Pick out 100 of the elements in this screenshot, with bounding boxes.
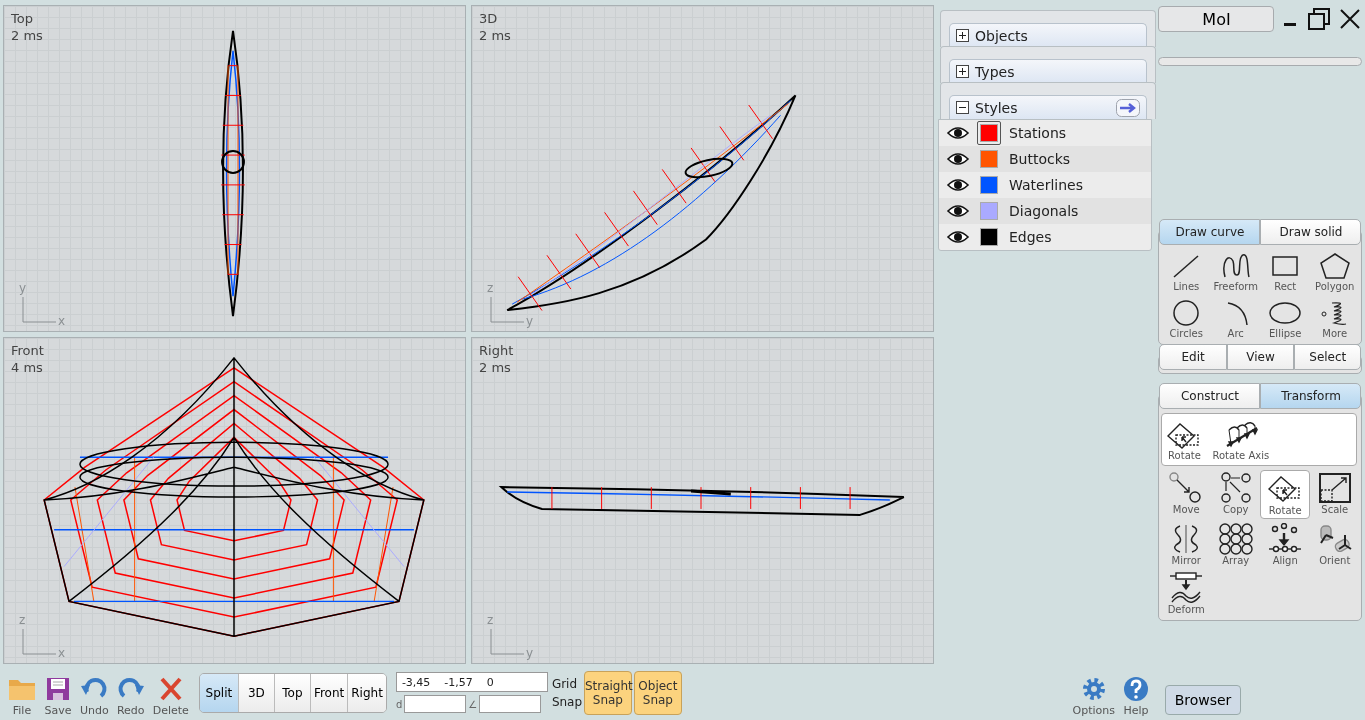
minimize-icon[interactable] <box>1284 22 1299 28</box>
axis-label: x <box>58 314 66 328</box>
eye-icon[interactable] <box>947 126 969 140</box>
toolbar-button[interactable]: Save <box>40 676 76 717</box>
section-label: Objects <box>975 27 1029 44</box>
angle-field[interactable] <box>479 695 542 713</box>
expand-toggle-icon[interactable] <box>956 101 969 114</box>
style-row[interactable]: Stations <box>939 120 1151 146</box>
style-row[interactable]: Waterlines <box>939 172 1151 198</box>
color-swatch[interactable] <box>980 124 998 142</box>
axis-label: z <box>19 613 26 627</box>
tool-button[interactable]: Align <box>1260 521 1310 568</box>
color-swatch[interactable] <box>980 228 998 246</box>
style-name: Waterlines <box>1009 177 1083 193</box>
grid-snap-toggle[interactable]: Grid Snap <box>551 674 582 711</box>
coordinate-value: -1,57 <box>444 675 473 689</box>
viewport[interactable]: Top 2 ms y x <box>3 5 466 332</box>
deform-icon[interactable] <box>1168 572 1205 604</box>
panel-tab[interactable]: Draw curve <box>1159 219 1261 245</box>
panel-tab[interactable]: Draw solid <box>1260 219 1362 245</box>
viewport[interactable]: Right 2 ms z y <box>471 337 934 664</box>
style-name: Buttocks <box>1009 151 1071 167</box>
restore-icon[interactable] <box>1308 8 1331 30</box>
axis-label: x <box>58 646 66 660</box>
style-name: Stations <box>1009 125 1067 141</box>
arrow-button-icon[interactable] <box>1116 98 1140 117</box>
eye-icon[interactable] <box>947 178 969 192</box>
color-swatch[interactable] <box>980 202 998 220</box>
toolbar-button[interactable]: Options <box>1068 676 1119 717</box>
color-swatch[interactable] <box>980 150 998 168</box>
style-row[interactable]: Edges <box>939 224 1151 250</box>
color-swatch[interactable] <box>980 176 998 194</box>
tool-label: Freeform <box>1213 281 1258 292</box>
axis-label: z <box>487 281 494 295</box>
tool-label: Lines <box>1173 281 1200 292</box>
axis-label: y <box>19 281 27 295</box>
view-button[interactable]: 3D <box>237 673 274 712</box>
tool-button[interactable]: Rotate <box>1260 470 1310 519</box>
app-menu-button[interactable]: MoI <box>1158 6 1275 32</box>
toolbar-button[interactable]: Delete <box>148 676 193 717</box>
tool-label: Ellipse <box>1269 328 1302 339</box>
style-name: Edges <box>1009 229 1052 245</box>
coordinate-value: 0 <box>486 675 494 689</box>
toolbar-button[interactable]: Redo <box>112 676 149 717</box>
array-icon[interactable] <box>1217 523 1254 555</box>
distance-field[interactable] <box>404 695 467 713</box>
tool-label: Arc <box>1227 328 1244 339</box>
panel-tab[interactable]: Select <box>1294 344 1362 370</box>
eye-icon[interactable] <box>947 204 969 218</box>
section-header[interactable]: Types <box>949 59 1147 83</box>
view-button[interactable]: Split <box>199 673 238 712</box>
eye-icon[interactable] <box>947 230 969 244</box>
expand-toggle-icon[interactable] <box>956 29 969 42</box>
snap-toggle[interactable]: Object Snap <box>633 670 682 715</box>
axis-icon <box>22 297 56 323</box>
panel-tab[interactable]: Construct <box>1159 383 1261 409</box>
render-time: 4 ms <box>11 360 44 375</box>
view-button[interactable]: Front <box>309 673 348 712</box>
render-time: 2 ms <box>11 28 43 43</box>
view-button[interactable]: Right <box>347 673 386 712</box>
align-icon[interactable] <box>1267 523 1304 555</box>
panel-tab[interactable]: Edit <box>1159 344 1227 370</box>
tool-button[interactable]: Mirror <box>1161 521 1211 568</box>
eye-icon[interactable] <box>947 152 969 166</box>
panel-tab[interactable]: Transform <box>1260 383 1362 409</box>
axis-label: z <box>487 613 494 627</box>
panel-tab[interactable]: View <box>1226 344 1295 370</box>
section-label: Styles <box>975 99 1019 116</box>
style-row[interactable]: Buttocks <box>939 146 1151 172</box>
section-header[interactable]: Objects <box>949 23 1147 47</box>
render-time: 2 ms <box>479 28 511 43</box>
toolbar-button[interactable]: File <box>4 676 40 717</box>
tool-button[interactable]: Array <box>1211 521 1261 568</box>
coordinate-field[interactable]: -3,45 -1,57 0 <box>395 672 548 692</box>
tool-button[interactable]: Deform <box>1161 570 1211 617</box>
viewport-title: Right <box>479 343 514 358</box>
pentagon-icon[interactable] <box>1317 251 1352 281</box>
viewport[interactable]: Front 4 ms z x <box>3 337 466 664</box>
style-row[interactable]: Diagonals <box>939 198 1151 224</box>
viewport-title: Top <box>11 11 34 26</box>
tool-button[interactable]: Orient <box>1310 521 1360 568</box>
help-icon <box>1123 676 1149 702</box>
axis-icon <box>490 629 524 655</box>
tool-label: Circles <box>1169 328 1203 339</box>
tool-label: More <box>1322 328 1348 339</box>
snap-toggle[interactable]: Straight Snap <box>583 670 632 715</box>
viewport[interactable]: 3D 2 ms z y <box>471 5 934 332</box>
view-button[interactable]: Top <box>273 673 310 712</box>
distance-label: d <box>395 698 403 710</box>
toolbar-button[interactable]: Undo <box>76 676 113 717</box>
close-icon[interactable] <box>1340 9 1361 29</box>
browser-button[interactable]: Browser <box>1165 684 1241 715</box>
toolbar-button[interactable]: Help <box>1119 676 1153 717</box>
expand-toggle-icon[interactable] <box>956 65 969 78</box>
section-header[interactable]: Styles <box>949 95 1147 119</box>
scale-icon[interactable] <box>1316 472 1353 504</box>
tool-label: Rect <box>1274 281 1297 292</box>
tool-button[interactable]: Scale <box>1310 470 1360 519</box>
tool-button[interactable]: Move <box>1161 470 1211 519</box>
tool-button[interactable]: Copy <box>1211 470 1261 519</box>
